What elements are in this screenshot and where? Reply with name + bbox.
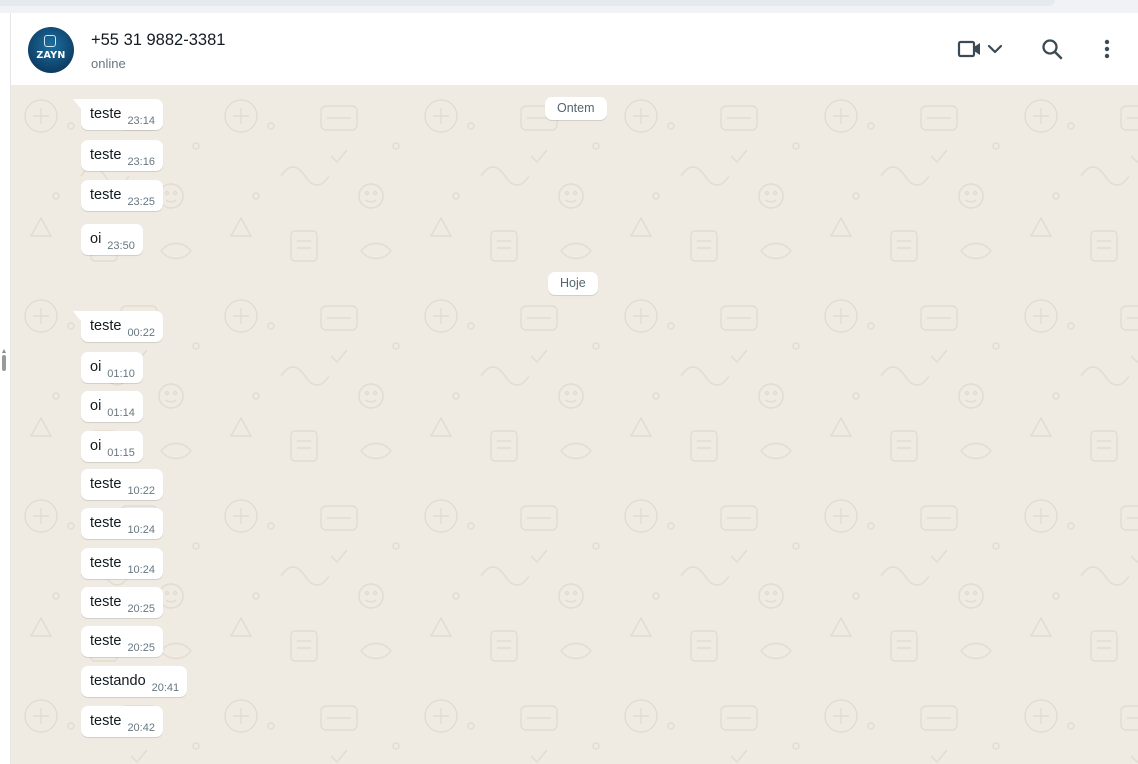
chat-header: ZAYN +55 31 9882-3381 online (11, 13, 1138, 86)
message-time: 00:22 (127, 327, 155, 339)
message-time: 20:42 (127, 722, 155, 734)
top-strip (0, 0, 1138, 13)
date-separator-yesterday: Ontem (545, 97, 607, 120)
message-time: 20:25 (127, 603, 155, 615)
avatar-label: ZAYN (36, 50, 66, 61)
message-bubble[interactable]: oi 23:50 (81, 224, 143, 255)
message-time: 20:41 (151, 682, 180, 694)
message-text: testando (90, 672, 146, 689)
message-bubble[interactable]: teste 20:25 (81, 626, 163, 657)
message-text: teste (90, 593, 122, 610)
message-text: teste (90, 146, 122, 163)
message-bubble[interactable]: oi 01:15 (81, 431, 143, 462)
message-time: 01:10 (107, 368, 135, 380)
scroll-up-arrow-icon[interactable] (2, 349, 6, 353)
message-text: teste (90, 317, 122, 334)
more-options-button[interactable] (1093, 33, 1121, 65)
message-bubble[interactable]: teste 00:22 (73, 311, 163, 342)
message-time: 01:15 (107, 447, 135, 459)
date-separator-today: Hoje (548, 272, 598, 295)
message-text: teste (90, 712, 122, 729)
chat-background-doodle (11, 86, 1138, 764)
message-bubble[interactable]: teste 20:25 (81, 587, 163, 618)
contact-name[interactable]: +55 31 9882-3381 (91, 31, 225, 50)
message-time: 01:14 (107, 407, 135, 419)
message-text: teste (90, 105, 122, 122)
zayn-logo-icon (44, 35, 56, 47)
message-time: 20:25 (127, 642, 155, 654)
message-time: 23:50 (107, 240, 135, 252)
message-time: 10:22 (127, 485, 155, 497)
message-bubble[interactable]: teste 10:22 (81, 469, 163, 500)
chat-messages-area[interactable]: Ontem Hoje teste 23:14 teste 23:16 teste… (11, 86, 1138, 764)
message-text: oi (90, 358, 102, 375)
message-text: teste (90, 514, 122, 531)
message-time: 23:14 (127, 115, 155, 127)
message-bubble[interactable]: teste 23:16 (81, 140, 163, 171)
message-text: teste (90, 554, 122, 571)
more-vertical-icon (1104, 39, 1110, 59)
message-bubble[interactable]: teste 10:24 (81, 548, 163, 579)
search-button[interactable] (1036, 33, 1068, 65)
video-call-icon (957, 40, 980, 58)
video-call-button[interactable] (957, 33, 1013, 65)
message-bubble[interactable]: oi 01:10 (81, 352, 143, 383)
message-text: oi (90, 397, 102, 414)
left-panel-edge (0, 13, 11, 764)
message-bubble[interactable]: oi 01:14 (81, 391, 143, 422)
message-text: oi (90, 437, 102, 454)
message-time: 23:16 (127, 156, 155, 168)
scrollbar-thumb[interactable] (2, 355, 6, 371)
message-text: teste (90, 632, 122, 649)
message-bubble[interactable]: teste 23:14 (73, 99, 163, 130)
message-text: oi (90, 230, 102, 247)
scrollbar-handle[interactable] (2, 349, 7, 375)
message-bubble[interactable]: teste 20:42 (81, 706, 163, 737)
message-bubble[interactable]: teste 10:24 (81, 508, 163, 539)
message-text: teste (90, 475, 122, 492)
message-time: 10:24 (127, 564, 155, 576)
contact-status: online (91, 56, 126, 71)
message-time: 10:24 (127, 524, 155, 536)
message-text: teste (90, 186, 122, 203)
message-bubble[interactable]: testando 20:41 (81, 666, 188, 697)
top-search-bar-edge (0, 0, 1055, 6)
search-icon (1042, 39, 1063, 60)
avatar[interactable]: ZAYN (28, 27, 74, 73)
chevron-down-icon (987, 44, 1003, 54)
message-time: 23:25 (127, 196, 155, 208)
message-bubble[interactable]: teste 23:25 (81, 180, 163, 211)
